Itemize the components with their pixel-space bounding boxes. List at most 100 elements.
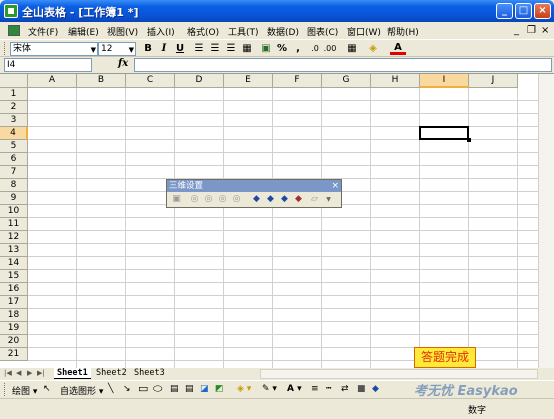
chevron-down-icon[interactable]: ▼: [323, 194, 334, 205]
mdi-close-button[interactable]: ×: [541, 25, 549, 36]
increase-decimal-icon[interactable]: .0: [307, 42, 323, 56]
clipart-icon[interactable]: ◩: [215, 384, 224, 394]
align-left-icon[interactable]: ☰: [191, 42, 207, 56]
row-header[interactable]: 1: [0, 88, 28, 101]
sheet-tab-1[interactable]: Sheet1: [54, 368, 91, 379]
comma-button[interactable]: ,: [290, 42, 306, 56]
row-header[interactable]: 21: [0, 348, 28, 361]
formula-input[interactable]: [134, 58, 552, 72]
percent-button[interactable]: %: [274, 42, 290, 56]
menu-help[interactable]: 帮助(H): [387, 25, 419, 38]
close-button[interactable]: ×: [534, 3, 551, 19]
column-header[interactable]: G: [322, 74, 371, 88]
select-objects-icon[interactable]: ↖: [43, 384, 51, 394]
mdi-minimize-button[interactable]: _: [514, 25, 519, 36]
surface-icon[interactable]: ◆: [293, 194, 304, 205]
direction-icon[interactable]: ◆: [265, 194, 276, 205]
tilt-down-icon[interactable]: ◎: [189, 194, 200, 205]
3d-color-icon[interactable]: ▱: [309, 194, 320, 205]
column-header[interactable]: B: [77, 74, 126, 88]
3d-style-icon[interactable]: ◆: [372, 384, 379, 394]
lighting-icon[interactable]: ◆: [279, 194, 290, 205]
menu-data[interactable]: 数据(D): [267, 25, 299, 38]
fill-color-icon[interactable]: ◈ ▾: [237, 384, 251, 394]
column-header[interactable]: C: [126, 74, 175, 88]
sheet-tab-2[interactable]: Sheet2: [93, 368, 130, 379]
textbox-icon[interactable]: ▤: [170, 384, 179, 394]
tilt-left-icon[interactable]: ◎: [217, 194, 228, 205]
row-header[interactable]: 20: [0, 335, 28, 348]
draw-menu-button[interactable]: 绘图 ▾: [12, 384, 37, 397]
oval-icon[interactable]: ⬭: [153, 382, 162, 396]
row-header[interactable]: 16: [0, 283, 28, 296]
line-color-icon[interactable]: ✎ ▾: [262, 384, 277, 394]
line-style-icon[interactable]: ≡: [311, 384, 319, 394]
menu-insert[interactable]: 插入(I): [147, 25, 175, 38]
fx-icon[interactable]: fx: [118, 58, 128, 69]
row-header[interactable]: 11: [0, 218, 28, 231]
borders-icon[interactable]: ▦: [344, 42, 360, 56]
row-header[interactable]: 5: [0, 140, 28, 153]
row-header[interactable]: 15: [0, 270, 28, 283]
toolbar-grip[interactable]: [4, 383, 7, 396]
row-header[interactable]: 14: [0, 257, 28, 270]
minimize-button[interactable]: _: [496, 3, 513, 19]
column-header[interactable]: I: [420, 74, 469, 88]
dash-style-icon[interactable]: ┅: [326, 384, 331, 394]
underline-button[interactable]: U: [172, 42, 188, 56]
prev-sheet-icon[interactable]: ◀: [16, 369, 21, 377]
toolbar-grip[interactable]: [4, 42, 7, 55]
font-color-icon[interactable]: A ▾: [287, 384, 302, 394]
menu-format[interactable]: 格式(O): [187, 25, 219, 38]
row-header[interactable]: 10: [0, 205, 28, 218]
maximize-button[interactable]: □: [515, 3, 532, 19]
column-header[interactable]: A: [28, 74, 77, 88]
shadow-icon[interactable]: ■: [357, 384, 366, 394]
3d-toolbar-title[interactable]: 三维设置: [167, 180, 341, 192]
next-sheet-icon[interactable]: ▶: [27, 369, 32, 377]
first-sheet-icon[interactable]: |◀: [4, 369, 12, 377]
menu-window[interactable]: 窗口(W): [347, 25, 381, 38]
row-header[interactable]: 19: [0, 322, 28, 335]
depth-icon[interactable]: ◆: [251, 194, 262, 205]
bold-button[interactable]: B: [140, 42, 156, 56]
select-all-corner[interactable]: [0, 74, 28, 88]
row-header[interactable]: 12: [0, 231, 28, 244]
3d-toggle-icon[interactable]: ▣: [171, 194, 182, 205]
menu-tools[interactable]: 工具(T): [228, 25, 259, 38]
row-header[interactable]: 18: [0, 309, 28, 322]
menu-view[interactable]: 视图(V): [107, 25, 138, 38]
tilt-right-icon[interactable]: ◎: [231, 194, 242, 205]
column-header[interactable]: D: [175, 74, 224, 88]
row-header[interactable]: 4: [0, 127, 28, 140]
menu-file[interactable]: 文件(F): [28, 25, 58, 38]
column-header[interactable]: H: [371, 74, 420, 88]
active-cell[interactable]: [419, 126, 471, 142]
document-icon[interactable]: [8, 25, 20, 36]
wordart-icon[interactable]: ◪: [200, 384, 209, 394]
spreadsheet-grid[interactable]: A B C D E F G H I J 1 2 3 4 5 6 7 8 9 10 11 12 13 14 15 16 17 18 19 2…: [0, 73, 554, 369]
font-size-combo[interactable]: 12 ▼: [98, 42, 136, 56]
arrow-icon[interactable]: ↘: [123, 384, 131, 394]
italic-button[interactable]: I: [156, 42, 172, 56]
mdi-restore-button[interactable]: ❐: [527, 25, 536, 36]
decrease-decimal-icon[interactable]: .00: [322, 42, 338, 56]
row-header[interactable]: 6: [0, 153, 28, 166]
row-header[interactable]: 13: [0, 244, 28, 257]
column-header[interactable]: E: [224, 74, 273, 88]
vertical-textbox-icon[interactable]: ▤: [185, 384, 194, 394]
align-right-icon[interactable]: ☰: [223, 42, 239, 56]
finish-answer-button[interactable]: 答题完成: [414, 347, 476, 368]
line-icon[interactable]: ╲: [108, 384, 113, 394]
fill-color-icon[interactable]: ◈: [365, 42, 381, 56]
rectangle-icon[interactable]: ▭: [138, 382, 148, 395]
menu-edit[interactable]: 编辑(E): [68, 25, 99, 38]
row-header[interactable]: 9: [0, 192, 28, 205]
name-box[interactable]: I4: [4, 58, 92, 72]
row-header[interactable]: 2: [0, 101, 28, 114]
horizontal-scrollbar[interactable]: [260, 369, 538, 379]
merge-cells-icon[interactable]: ▦: [239, 42, 255, 56]
3d-toolbar-close-button[interactable]: ×: [331, 180, 339, 192]
row-header[interactable]: 7: [0, 166, 28, 179]
font-name-combo[interactable]: 宋体 ▼: [10, 42, 98, 56]
